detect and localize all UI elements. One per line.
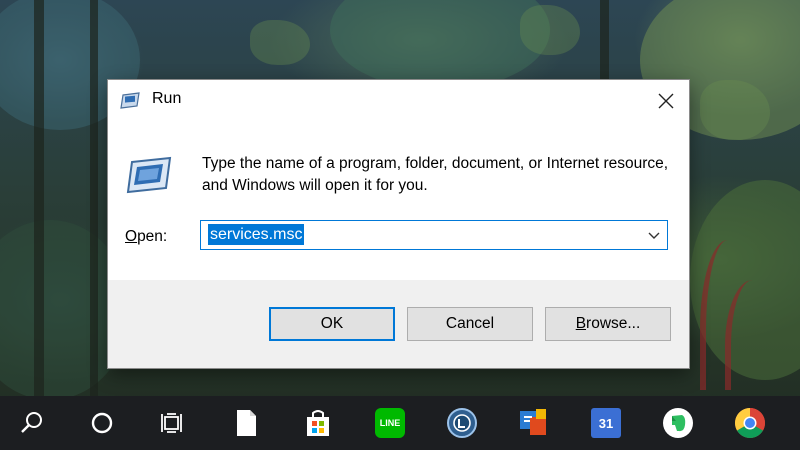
office-app-icon: [520, 409, 546, 435]
taskbar-store[interactable]: [300, 405, 336, 441]
cancel-button[interactable]: Cancel: [407, 307, 533, 341]
open-label-mnemonic: O: [125, 228, 138, 245]
taskbar-file[interactable]: [228, 405, 264, 441]
line-label: LINE: [379, 418, 401, 428]
run-icon: [120, 92, 140, 109]
close-icon: [658, 93, 674, 109]
taskbar-calendar[interactable]: 31: [588, 405, 624, 441]
browse-label-rest: rowse...: [586, 315, 641, 332]
title-bar[interactable]: Run: [108, 80, 689, 122]
taskbar-cortana[interactable]: [84, 405, 120, 441]
cortana-icon: [91, 412, 113, 434]
run-program-icon: [126, 156, 172, 194]
taskbar-office[interactable]: [516, 405, 552, 441]
chevron-down-icon[interactable]: [647, 228, 661, 242]
line-app-icon: LINE: [375, 408, 405, 438]
run-dialog: Run Type the name of a program, folder, …: [108, 80, 689, 368]
browse-mnemonic: B: [575, 315, 587, 332]
taskbar-chrome[interactable]: [732, 405, 768, 441]
dialog-footer: OK Cancel Browse...: [108, 280, 689, 368]
music-app-icon: [447, 408, 477, 438]
file-icon: [237, 410, 256, 436]
store-icon: [307, 410, 329, 436]
calendar-app-icon: 31: [591, 408, 621, 438]
chrome-icon: [734, 408, 766, 439]
task-view-icon: [161, 413, 182, 433]
taskbar-music[interactable]: [444, 405, 480, 441]
taskbar-search[interactable]: [14, 405, 50, 441]
dialog-description: Type the name of a program, folder, docu…: [202, 155, 669, 194]
close-button[interactable]: [643, 80, 689, 122]
open-label: Open:: [125, 228, 167, 246]
taskbar: LINE 31: [0, 396, 800, 450]
taskbar-evernote[interactable]: [660, 405, 696, 441]
open-input-value[interactable]: services.msc: [208, 224, 305, 245]
search-icon: [21, 412, 42, 433]
open-label-rest: pen:: [137, 228, 168, 245]
open-combobox[interactable]: services.msc: [200, 220, 668, 250]
ok-button[interactable]: OK: [269, 307, 395, 341]
taskbar-line[interactable]: LINE: [372, 405, 408, 441]
dialog-title: Run: [152, 90, 182, 107]
browse-button[interactable]: Browse...: [545, 307, 671, 341]
taskbar-task-view[interactable]: [154, 405, 190, 441]
evernote-icon: [663, 408, 693, 438]
calendar-day: 31: [598, 415, 614, 431]
